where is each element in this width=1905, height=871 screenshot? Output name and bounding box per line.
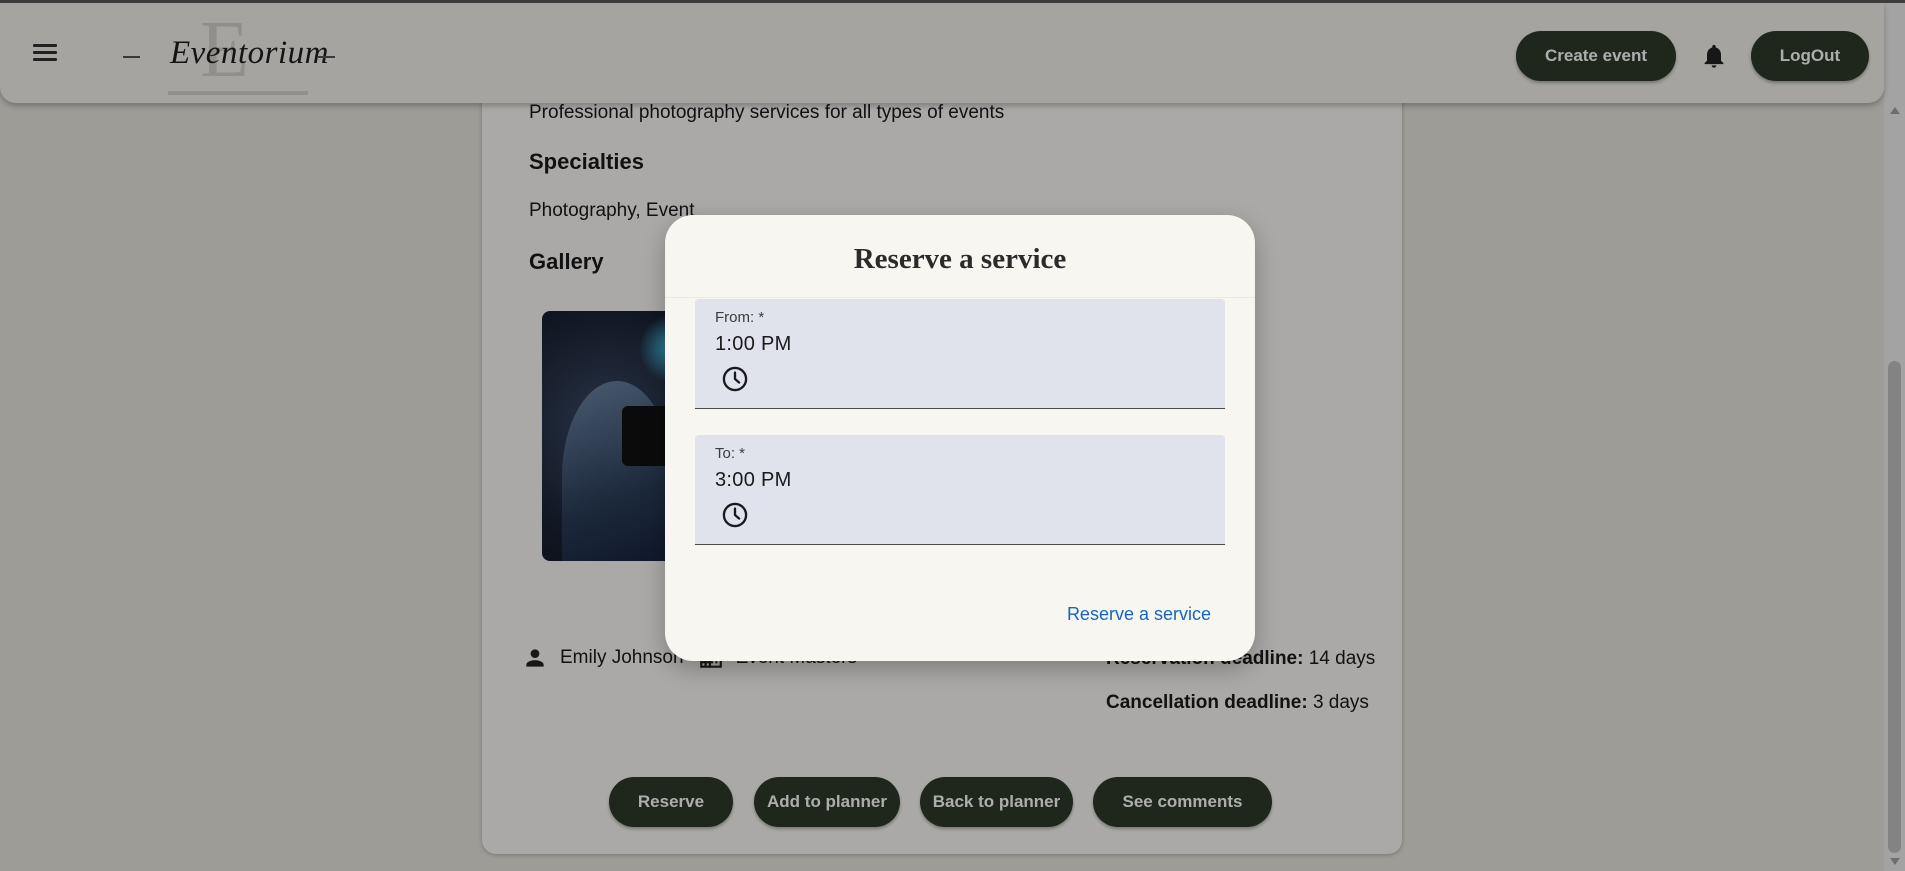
dialog-title: Reserve a service [853, 243, 1067, 275]
from-time-field[interactable]: From: * 1:00 PM [695, 299, 1225, 409]
clock-icon[interactable] [721, 365, 749, 393]
to-time-field[interactable]: To: * 3:00 PM [695, 435, 1225, 545]
reserve-service-submit-button[interactable]: Reserve a service [1067, 604, 1211, 625]
to-time-value[interactable]: 3:00 PM [715, 469, 792, 492]
dialog-title-divider [665, 297, 1255, 298]
clock-icon[interactable] [721, 501, 749, 529]
to-time-label: To: * [715, 445, 746, 462]
reserve-service-dialog: Reserve a service From: * 1:00 PM To: * … [665, 215, 1255, 661]
from-time-value[interactable]: 1:00 PM [715, 333, 792, 356]
from-time-label: From: * [715, 309, 765, 326]
